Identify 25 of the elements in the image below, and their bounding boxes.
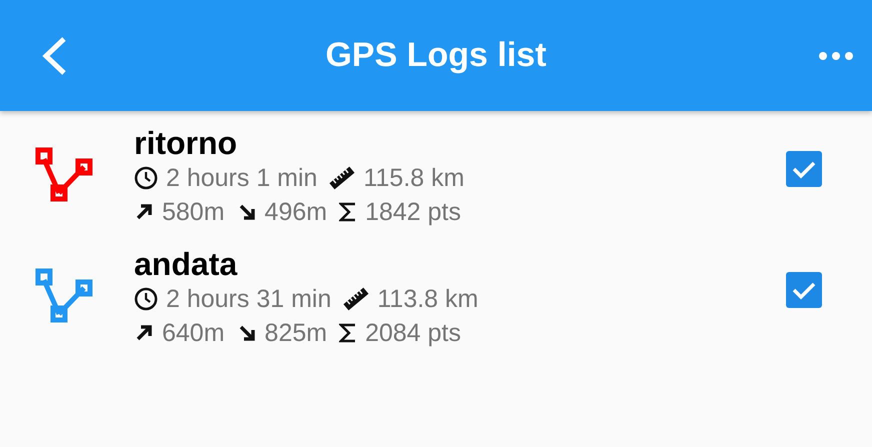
point-count: 2084 pts	[365, 318, 462, 349]
clock-icon	[134, 166, 158, 190]
point-count: 1842 pts	[365, 197, 462, 228]
checkbox[interactable]	[786, 151, 822, 187]
elevation-down: 496m	[264, 197, 328, 228]
duration: 2 hours 1 min	[166, 163, 318, 194]
sigma-icon	[339, 323, 358, 343]
check-icon	[791, 159, 817, 179]
log-name: ritorno	[134, 125, 238, 161]
distance: 115.8 km	[363, 163, 464, 194]
clock-icon	[134, 287, 158, 311]
arrow-up-right-icon	[134, 202, 154, 222]
more-icon[interactable]	[818, 50, 854, 60]
back-icon[interactable]	[40, 36, 68, 76]
check-icon	[791, 280, 817, 300]
log-name: andata	[134, 246, 238, 282]
elevation-up: 580m	[162, 197, 225, 228]
distance: 113.8 km	[377, 284, 478, 315]
elevation-down: 825m	[264, 318, 328, 349]
elevation-up: 640m	[162, 318, 225, 349]
checkbox[interactable]	[786, 272, 822, 308]
arrow-up-right-icon	[134, 323, 154, 343]
app-bar-title: GPS Logs list	[325, 36, 547, 74]
sigma-icon	[339, 202, 358, 222]
duration: 2 hours 31 min	[166, 284, 332, 315]
